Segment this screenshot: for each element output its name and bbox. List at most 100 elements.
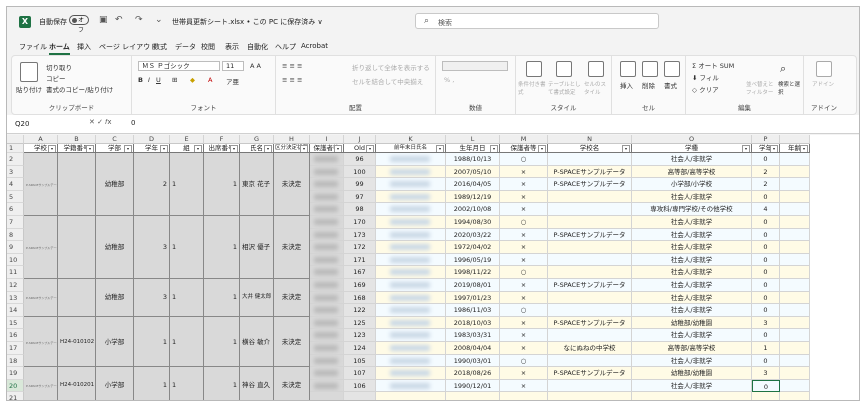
grade-cell[interactable]: 0 [752, 329, 780, 342]
school-type-cell[interactable]: 社会人/非就学 [632, 304, 752, 317]
header-cell[interactable]: 保護者等 ▾ [310, 144, 344, 153]
department-cell[interactable]: 幼稚部 [96, 153, 134, 216]
school-cell[interactable]: P-SPACEサンプルデータ [24, 216, 58, 279]
merge-center-button[interactable]: セルを結合して中央揃え [352, 76, 423, 86]
school-cell[interactable]: P-SPACEサンプルデータ [24, 279, 58, 317]
birth-date-cell[interactable]: 1994/08/30 [446, 216, 500, 229]
grade-cell[interactable]: 2 [752, 165, 780, 179]
student-id-cell[interactable] [58, 216, 96, 279]
grade-cell[interactable]: 0 [752, 253, 780, 267]
row-header[interactable]: 8 [7, 228, 24, 242]
filter-dropdown-icon[interactable]: ▾ [194, 145, 202, 152]
school-name-cell[interactable]: P-SPACEサンプルデータ [548, 228, 632, 242]
wrap-text-button[interactable]: 折り返して全体を表示する [352, 62, 430, 72]
age-cell[interactable] [780, 216, 810, 229]
insert-cells-icon[interactable] [620, 61, 636, 77]
conditional-format-icon[interactable] [526, 61, 542, 77]
tab-page-layout[interactable]: ページ レイアウト [99, 42, 157, 52]
row-header[interactable]: 13 [7, 291, 24, 305]
row-header[interactable]: 21 [7, 392, 24, 400]
attendance-number-cell[interactable]: 1 [204, 279, 240, 317]
row-header[interactable]: 14 [7, 304, 24, 317]
autosave-toggle[interactable]: オフ [69, 15, 89, 34]
birth-date-cell[interactable]: 2020/03/22 [446, 228, 500, 242]
old-cell[interactable]: 96 [344, 153, 376, 166]
filter-dropdown-icon[interactable]: ▾ [490, 145, 498, 152]
guardian-cell[interactable] [310, 329, 344, 342]
column-header-I[interactable]: I [310, 135, 344, 144]
school-name-cell[interactable] [548, 266, 632, 279]
guardian-cell[interactable] [310, 279, 344, 292]
attendance-number-cell[interactable]: 1 [204, 216, 240, 279]
attendance-number-cell[interactable]: 1 [204, 316, 240, 368]
align-top-icon[interactable]: ≡ ≡ ≡ [282, 62, 302, 70]
school-name-cell[interactable]: P-SPACEサンプルデータ [548, 165, 632, 179]
student-id-cell[interactable] [58, 279, 96, 317]
guardian-flag-cell[interactable]: ○ [500, 304, 548, 317]
student-name-cell[interactable]: 神谷 直久 [240, 367, 274, 400]
grade-cell[interactable]: 4 [752, 203, 780, 216]
age-cell[interactable] [780, 304, 810, 317]
school-type-cell[interactable]: 高等部/高等学校 [632, 165, 752, 179]
attendance-number-cell[interactable]: 1 [204, 153, 240, 216]
age-cell[interactable] [780, 367, 810, 380]
student-id-cell[interactable]: H24-010201 [58, 367, 96, 400]
student-id-cell[interactable] [58, 153, 96, 216]
border-icon[interactable]: ⊞ [172, 76, 177, 84]
prev-name-cell[interactable] [376, 165, 446, 179]
school-cell[interactable]: P-SPACEサンプルデータ [24, 153, 58, 216]
decision-status-cell[interactable]: 未決定 [274, 279, 310, 317]
header-cell[interactable]: 学籍番号 ▾ [58, 144, 96, 153]
department-cell[interactable]: 小学部 [96, 367, 134, 400]
school-name-cell[interactable]: P-SPACEサンプルデータ [548, 367, 632, 380]
header-cell[interactable]: 学部 ▾ [96, 144, 134, 153]
school-name-cell[interactable] [548, 379, 632, 393]
birth-date-cell[interactable]: 2008/04/04 [446, 342, 500, 355]
guardian-flag-cell[interactable]: ○ [500, 354, 548, 368]
school-cell[interactable]: P-SPACEサンプルデータ [24, 367, 58, 400]
birth-date-cell[interactable]: 1989/12/19 [446, 190, 500, 204]
class-cell[interactable]: 1 [170, 216, 204, 279]
bold-icon[interactable]: B [138, 76, 143, 84]
filter-dropdown-icon[interactable]: ▾ [366, 145, 374, 152]
student-name-cell[interactable]: 東京 花子 [240, 153, 274, 216]
grade-cell[interactable]: 3 [752, 316, 780, 330]
old-cell[interactable]: 171 [344, 253, 376, 267]
tab-acrobat[interactable]: Acrobat [301, 42, 328, 50]
prev-name-cell[interactable] [376, 379, 446, 393]
tab-automate[interactable]: 自動化 [247, 42, 268, 52]
age-cell[interactable] [780, 329, 810, 342]
column-header-K[interactable]: K [376, 135, 446, 144]
birth-date-cell[interactable]: 2007/05/10 [446, 165, 500, 179]
decision-status-cell[interactable]: 未決定 [274, 153, 310, 216]
guardian-flag-cell[interactable]: × [500, 203, 548, 216]
age-cell[interactable] [780, 190, 810, 204]
guardian-flag-cell[interactable]: × [500, 190, 548, 204]
autosum-button[interactable]: Σ オート SUM [692, 60, 734, 70]
guardian-flag-cell[interactable]: × [500, 178, 548, 191]
school-type-cell[interactable]: 幼稚部/幼稚園 [632, 316, 752, 330]
header-cell[interactable]: 学種 ▾ [632, 144, 752, 153]
guardian-flag-cell[interactable]: × [500, 379, 548, 393]
grade-cell[interactable]: 0 [752, 153, 780, 166]
header-cell[interactable]: 学校 ▾ [24, 144, 58, 153]
column-header-M[interactable]: M [500, 135, 548, 144]
tab-data[interactable]: データ [175, 42, 196, 52]
row-header[interactable]: 18 [7, 354, 24, 368]
row-header[interactable]: 6 [7, 203, 24, 216]
delete-cells-icon[interactable] [642, 61, 658, 77]
row-header[interactable]: 5 [7, 190, 24, 204]
school-name-cell[interactable] [548, 253, 632, 267]
grade-cell[interactable]: 0 [752, 216, 780, 229]
tab-view[interactable]: 表示 [225, 42, 239, 52]
row-header[interactable]: 20 [7, 379, 24, 393]
guardian-cell[interactable] [310, 203, 344, 216]
birth-date-cell[interactable]: 1988/10/13 [446, 153, 500, 166]
guardian-cell[interactable] [310, 241, 344, 254]
header-cell[interactable]: 前年末日氏名 ▾ [376, 144, 446, 153]
cut-button[interactable]: 切り取り [46, 62, 72, 72]
grade-cell[interactable]: 0 [752, 190, 780, 204]
filter-dropdown-icon[interactable]: ▾ [230, 145, 238, 152]
guardian-flag-cell[interactable]: × [500, 165, 548, 179]
birth-date-cell[interactable]: 2018/10/03 [446, 316, 500, 330]
